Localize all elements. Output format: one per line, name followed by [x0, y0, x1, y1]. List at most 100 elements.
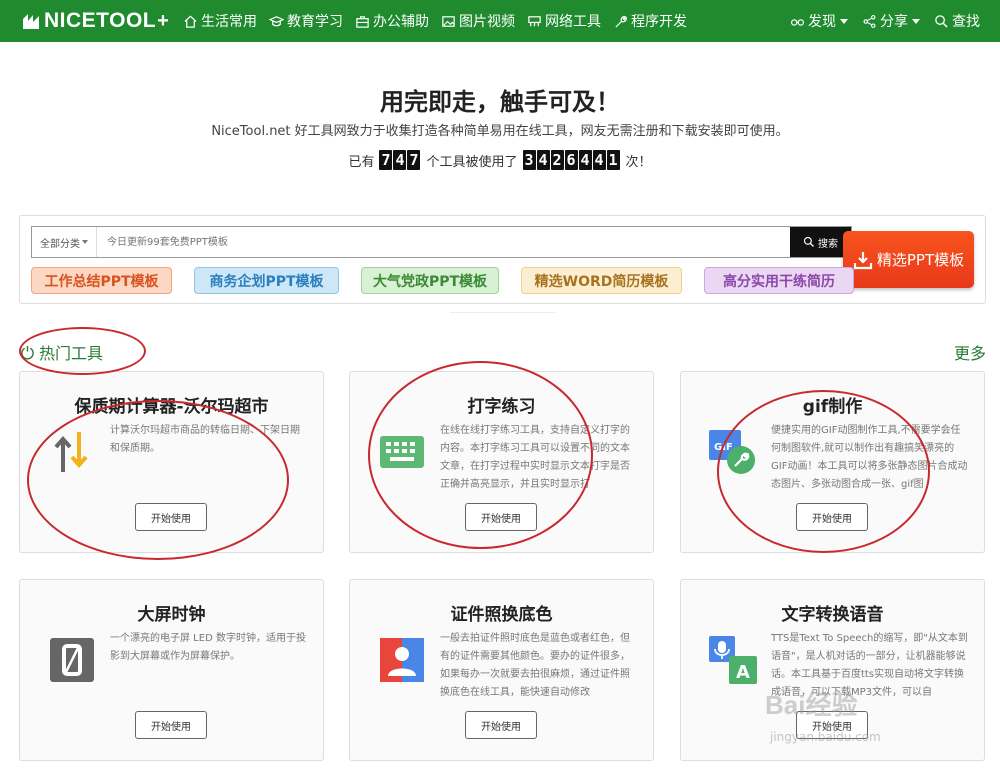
search-input[interactable]	[97, 227, 790, 257]
template-tag[interactable]: 大气党政PPT模板	[361, 267, 499, 294]
category-select-label: 全部分类	[40, 238, 80, 250]
start-button[interactable]: 开始使用	[135, 503, 207, 531]
card-description: 一般去拍证件照时底色是蓝色或者红色，但有的证件需要其他颜色。要办的证件很多，如果…	[440, 633, 630, 698]
keyboard-icon	[380, 436, 424, 468]
chevron-down-icon	[912, 18, 920, 24]
svg-text:GIF: GIF	[714, 442, 733, 453]
nav-item-dev[interactable]: 程序开发	[613, 11, 687, 31]
nav-item-office[interactable]: 办公辅助	[355, 11, 429, 31]
use-count-digit: 1	[606, 150, 620, 170]
template-tag[interactable]: 高分实用干练简历	[704, 267, 854, 294]
card-title: 保质期计算器-沃尔玛超市	[74, 397, 269, 417]
more-link[interactable]: 更多	[954, 340, 986, 364]
glasses-icon	[790, 18, 805, 26]
search-panel: 全部分类 搜索 精选PPT模板 工作总结PPT模板商务企划PPT模板大气党政PP…	[19, 215, 986, 304]
nav-item-life[interactable]: 生活常用	[183, 11, 257, 31]
start-button[interactable]: 开始使用	[465, 711, 537, 739]
use-count-digit: 2	[550, 150, 564, 170]
category-select[interactable]: 全部分类	[32, 227, 97, 257]
logo-plus: +	[157, 9, 170, 32]
text-to-speech-icon: A	[709, 636, 757, 684]
watermark-url: jingyan.baidu.com	[770, 730, 881, 744]
home-icon	[184, 15, 197, 28]
tool-count-digit: 7	[379, 150, 393, 170]
divider	[450, 312, 556, 313]
card-title: 证件照换底色	[450, 605, 553, 625]
nav-discover-label: 发现	[808, 14, 836, 30]
tool-card[interactable]: 大屏时钟 一个漂亮的电子屏 LED 数字时钟，适用于投影到大屏幕或作为屏幕保护。…	[19, 579, 324, 761]
stats-suffix: 次！	[625, 154, 652, 170]
top-nav: NICETOOL + 生活常用 教育学习 办公辅助 图片视频 网络工具 程序开发	[0, 0, 1000, 42]
tool-count: 747	[379, 150, 421, 170]
id-photo-icon	[380, 638, 424, 682]
power-icon	[21, 345, 34, 359]
nav-item-label: 图片视频	[459, 14, 515, 30]
card-title: 打字练习	[467, 397, 536, 417]
tool-card[interactable]: 证件照换底色 一般去拍证件照时底色是蓝色或者红色，但有的证件需要其他颜色。要办的…	[349, 579, 654, 761]
use-count-digit: 4	[592, 150, 606, 170]
hero-title: 用完即走，触手可及！	[380, 88, 620, 116]
nav-item-label: 生活常用	[201, 14, 257, 30]
card-description: 一个漂亮的电子屏 LED 数字时钟，适用于投影到大屏幕或作为屏幕保护。	[110, 633, 306, 662]
search-bar: 全部分类 搜索	[31, 226, 852, 258]
card-description: 便捷实用的GIF动图制作工具,不需要学会任何制图软件,就可以制作出有趣搞笑漂亮的…	[771, 425, 968, 490]
nav-search[interactable]: 查找	[934, 11, 980, 31]
svg-text:A: A	[736, 662, 750, 683]
gif-tool-icon: GIF	[709, 430, 755, 474]
section-hot-tools: 热门工具	[20, 340, 103, 364]
tool-card[interactable]: 打字练习 在线在线打字练习工具，支持自定义打字的内容。本打字练习工具可以设置不同…	[349, 371, 654, 553]
nav-share-label: 分享	[880, 14, 908, 30]
stats-middle: 个工具被使用了	[426, 154, 518, 170]
use-count-digit: 6	[564, 150, 578, 170]
nav-item-label: 网络工具	[545, 14, 601, 30]
use-count-digit: 3	[522, 150, 536, 170]
hero-subtitle: NiceTool.net 好工具网致力于收集打造各种简单易用在线工具，网友无需注…	[211, 124, 789, 139]
search-button-label: 搜索	[818, 238, 838, 250]
briefcase-icon	[356, 15, 369, 28]
search-icon	[935, 14, 948, 28]
nav-menu: 生活常用 教育学习 办公辅助 图片视频 网络工具 程序开发	[183, 0, 699, 42]
network-icon	[528, 15, 541, 26]
nav-item-education[interactable]: 教育学习	[269, 11, 343, 31]
card-title: 大屏时钟	[137, 605, 206, 625]
nav-discover[interactable]: 发现	[790, 11, 848, 31]
nav-item-network[interactable]: 网络工具	[527, 11, 601, 31]
wrench-icon	[615, 15, 627, 28]
tool-count-digit: 7	[407, 150, 421, 170]
tool-card[interactable]: gif制作 GIF 便捷实用的GIF动图制作工具,不需要学会任何制图软件,就可以…	[680, 371, 985, 553]
nav-search-label: 查找	[952, 14, 980, 30]
image-icon	[442, 15, 455, 27]
template-tags: 工作总结PPT模板 商务企划PPT模板 大气党政PPT模板 精选WORD简历模板 高分实…	[31, 267, 876, 294]
card-description: 计算沃尔玛超市商品的转临日期、下架日期和保质期。	[110, 425, 300, 454]
stats-prefix: 已有	[348, 154, 375, 170]
chevron-down-icon	[840, 18, 848, 24]
nav-right: 发现 分享 查找	[776, 0, 980, 42]
tool-card[interactable]: 保质期计算器-沃尔玛超市 计算沃尔玛超市商品的转临日期、下架日期和保质期。 开始…	[19, 371, 324, 553]
card-description: 在线在线打字练习工具，支持自定义打字的内容。本打字练习工具可以设置不同的文本文章…	[440, 425, 630, 490]
start-button[interactable]: 开始使用	[796, 503, 868, 531]
template-tag[interactable]: 精选WORD简历模板	[521, 267, 682, 294]
use-count-digit: 4	[578, 150, 592, 170]
use-count: 3426441	[522, 150, 621, 170]
nav-item-label: 教育学习	[287, 14, 343, 30]
start-button[interactable]: 开始使用	[135, 711, 207, 739]
share-icon	[863, 14, 876, 28]
template-tag[interactable]: 商务企划PPT模板	[194, 267, 339, 294]
logo-mark-icon	[22, 12, 40, 30]
card-title: 文字转换语音	[781, 605, 884, 625]
site-logo[interactable]: NICETOOL +	[22, 8, 169, 34]
section-title: 热门工具	[39, 344, 104, 363]
watermark: Bai经验	[765, 690, 858, 720]
tool-count-digit: 4	[393, 150, 407, 170]
sort-arrows-icon	[54, 432, 88, 472]
template-tag[interactable]: 工作总结PPT模板	[31, 267, 172, 294]
featured-ppt-label: 精选PPT模板	[876, 251, 965, 269]
chevron-down-icon	[82, 240, 88, 244]
search-button[interactable]: 搜索	[790, 227, 851, 257]
graduation-icon	[269, 15, 284, 26]
start-button[interactable]: 开始使用	[465, 503, 537, 531]
search-icon	[803, 236, 814, 247]
nav-item-media[interactable]: 图片视频	[441, 11, 515, 31]
use-count-digit: 4	[536, 150, 550, 170]
nav-share[interactable]: 分享	[862, 11, 920, 31]
